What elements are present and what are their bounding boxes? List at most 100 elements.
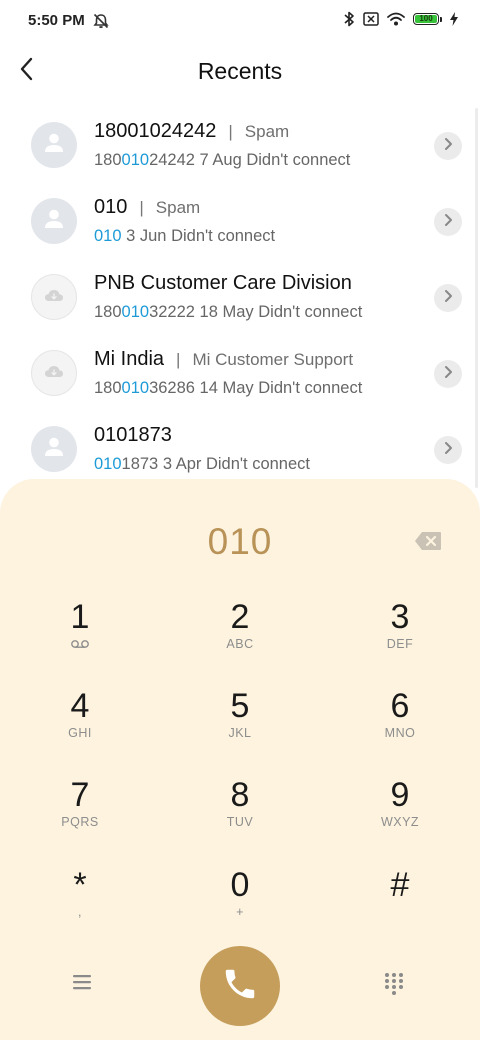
key-letters: ABC [226,637,254,651]
avatar [31,350,77,396]
key-digit: 1 [70,598,90,636]
number-prefix: 180 [94,303,122,321]
dial-key-1[interactable]: 1 [20,597,140,673]
call-details-button[interactable] [434,208,462,236]
number-match: 010 [94,455,122,473]
charging-bolt-icon [450,12,458,26]
label-separator: | [139,198,144,217]
call-detail: 0101873 3 Apr Didn't connect [94,455,310,474]
call-info: 14 May Didn't connect [199,379,363,397]
dial-key-6[interactable]: 6 MNO [340,686,460,762]
key-digit: 9 [390,776,410,814]
number-match: 010 [121,303,150,321]
call-info: 7 Aug Didn't connect [199,151,351,169]
dial-key-3[interactable]: 3 DEF [340,597,460,673]
avatar [31,426,77,472]
app-header: Recents [0,44,480,100]
chevron-right-icon [443,213,453,232]
dial-key-4[interactable]: 4 GHI [20,686,140,762]
person-icon [43,208,65,235]
number-prefix: 180 [94,151,122,169]
bluetooth-icon [343,11,355,27]
dialpad-grid-icon [384,973,404,1000]
contact-label: Spam [244,122,290,141]
dial-key-star[interactable]: * , [20,865,140,941]
dial-key-9[interactable]: 9 WXYZ [340,775,460,851]
chevron-right-icon [443,365,453,384]
key-letters: + [236,905,244,919]
status-time: 5:50 PM [28,12,85,29]
key-letters: JKL [228,726,252,740]
contact-label: Spam [155,198,201,217]
number-suffix: 1873 [121,455,159,473]
recent-call-row[interactable]: Mi India | Mi Customer Support 180010362… [0,336,480,412]
backspace-button[interactable] [414,531,442,551]
key-digit: * [73,866,87,904]
dial-key-5[interactable]: 5 JKL [180,686,300,762]
dial-key-0[interactable]: 0 + [180,865,300,941]
key-letters: DEF [386,637,414,651]
avatar [31,274,77,320]
key-letters: GHI [68,726,92,740]
voicemail-icon [20,639,140,649]
person-icon [43,132,65,159]
avatar [31,198,77,244]
number-suffix: 32222 [149,303,195,321]
keypad-toggle-button[interactable] [384,972,406,996]
chevron-right-icon [443,289,453,308]
dialpad-panel: 010 1 2 ABC 3 DEF 4 GHI 5 JKL 6 MNO 7 PQ… [0,479,480,1040]
status-bar: 5:50 PM 100 [0,0,480,44]
contact-name: PNB Customer Care Division [94,272,352,294]
backspace-icon [414,532,442,555]
contact-name: Mi India [94,348,165,370]
label-separator: | [176,350,181,369]
alarm-off-icon [92,12,110,30]
contact-name: 18001024242 [94,120,217,142]
dial-key-8[interactable]: 8 TUV [180,775,300,851]
dial-key-2[interactable]: 2 ABC [180,597,300,673]
key-digit: 8 [230,776,250,814]
key-letters: , [78,905,82,919]
number-suffix: 24242 [149,151,195,169]
dialed-number[interactable]: 010 [0,521,480,563]
dial-key-7[interactable]: 7 PQRS [20,775,140,851]
key-digit: 3 [390,598,410,636]
key-digit: 4 [70,687,90,725]
page-title: Recents [197,58,283,84]
call-button[interactable] [200,946,280,1026]
recent-call-row[interactable]: PNB Customer Care Division 18001032222 1… [0,260,480,336]
recent-call-row[interactable]: 010 | Spam 010 3 Jun Didn't connect [0,184,480,260]
contact-name: 0101873 [94,424,172,446]
call-details-button[interactable] [434,132,462,160]
battery-indicator: 100 [413,13,442,25]
chevron-right-icon [443,441,453,460]
number-match: 010 [121,379,150,397]
battery-level: 100 [415,15,437,23]
call-detail: 18001036286 14 May Didn't connect [94,379,362,398]
dial-key-hash[interactable]: # [340,865,460,941]
recent-call-row[interactable]: 0101873 0101873 3 Apr Didn't connect [0,412,480,488]
wifi-icon [387,12,405,26]
contact-name: 010 [94,196,128,218]
call-details-button[interactable] [434,436,462,464]
menu-button[interactable] [72,973,98,993]
call-details-button[interactable] [434,360,462,388]
recents-list: 18001024242 | Spam 18001024242 7 Aug Did… [0,108,480,488]
call-info: 3 Apr Didn't connect [162,455,310,473]
key-digit: # [390,866,410,904]
cloud-icon [44,364,64,383]
call-info: 3 Jun Didn't connect [126,227,276,245]
key-digit: 5 [230,687,250,725]
status-icons: 100 [343,11,458,27]
call-details-button[interactable] [434,284,462,312]
key-digit: 2 [230,598,250,636]
cloud-icon [44,288,64,307]
call-detail: 010 3 Jun Didn't connect [94,227,275,246]
hamburger-menu-icon [72,975,92,995]
number-match: 010 [94,227,122,245]
recent-call-row[interactable]: 18001024242 | Spam 18001024242 7 Aug Did… [0,108,480,184]
phone-icon [221,965,259,1008]
person-icon [43,436,65,463]
label-separator: | [228,122,233,141]
key-digit: 6 [390,687,410,725]
